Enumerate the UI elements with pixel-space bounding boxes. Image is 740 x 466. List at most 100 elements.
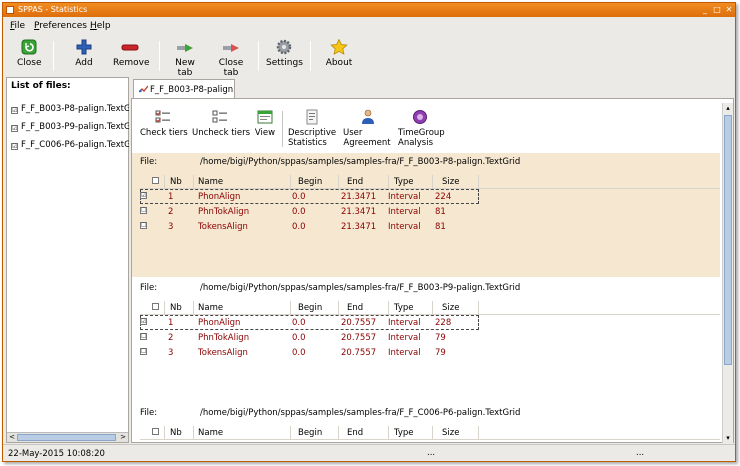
files-horizontal-scrollbar[interactable]: < > [7, 432, 128, 442]
menu-file[interactable]: File [10, 21, 25, 31]
gear-icon [275, 39, 293, 55]
column-separator [432, 175, 433, 188]
scroll-left-arrow[interactable]: < [7, 433, 17, 442]
select-all-checkbox[interactable] [152, 177, 159, 184]
tier-checkbox[interactable]: ☐ [140, 222, 147, 229]
close-tab-button-label: Close tab [218, 58, 244, 78]
uncheck-tiers-label: Uncheck tiers [192, 128, 251, 138]
user-agreement-button[interactable]: User Agreement [343, 109, 391, 148]
check-tiers-label: Check tiers [140, 128, 188, 138]
tier-row[interactable]: ☑ 1 PhonAlign 0.0 21.3471 Interval 224 [140, 189, 479, 204]
new-tab-button-label: New tab [175, 58, 195, 78]
column-header-type[interactable]: Type [394, 303, 414, 313]
uncheck-tiers-button[interactable]: Uncheck tiers [192, 109, 251, 138]
tiers-grid: Nb Name Begin End Type Size [140, 175, 720, 234]
file-item[interactable]: ☑F_F_B003-P9-palign.TextGrid [11, 122, 129, 132]
close-window-button[interactable]: ✕ [724, 5, 734, 15]
users-icon [359, 109, 375, 125]
close-tab-button[interactable]: Close tab [210, 39, 252, 78]
scroll-up-arrow[interactable]: ▴ [723, 103, 733, 113]
scroll-thumb[interactable] [724, 115, 732, 365]
column-separator [290, 175, 291, 188]
tier-row[interactable]: ☐ 2 PhnTokAlign 0.0 21.3471 Interval 81 [140, 204, 720, 219]
descriptive-statistics-label-line1: Descriptive [288, 128, 337, 138]
tier-type: Interval [388, 333, 421, 343]
scroll-down-arrow[interactable]: ▾ [723, 433, 733, 443]
descriptive-statistics-button[interactable]: Descriptive Statistics [288, 109, 336, 148]
title-bar[interactable]: SPPAS - Statistics _ □ ✕ [3, 3, 735, 17]
descriptive-statistics-label-line2: Statistics [288, 138, 327, 148]
tier-end: 21.3471 [341, 207, 377, 217]
column-header-nb[interactable]: Nb [170, 177, 182, 187]
tier-row[interactable]: ☐ 3 TokensAlign 0.0 20.7557 Interval 79 [140, 345, 720, 360]
tab-label: F_F_B003-P8-palign [150, 85, 234, 95]
file-item[interactable]: ☑F_F_B003-P8-palign.TextGrid [11, 104, 129, 114]
tab-icon [138, 85, 149, 93]
menu-bar: File Preferences Help [3, 18, 735, 35]
check-tiers-button[interactable]: Check tiers [140, 109, 188, 138]
minimize-button[interactable]: _ [700, 5, 710, 15]
select-all-checkbox[interactable] [152, 303, 159, 310]
about-button[interactable]: About [325, 38, 353, 68]
tier-nb: 3 [168, 222, 174, 232]
select-all-checkbox[interactable] [152, 428, 159, 435]
column-separator [432, 426, 433, 439]
tier-checkbox[interactable]: ☐ [140, 207, 147, 214]
timegroup-analysis-button[interactable]: TimeGroup Analysis [398, 109, 445, 148]
file-checkbox[interactable]: ☑ [11, 107, 18, 114]
files-stats-list[interactable]: File: /home/bigi/Python/sppas/samples/sa… [132, 153, 720, 442]
tier-checkbox[interactable]: ☐ [140, 348, 147, 355]
tier-size: 81 [435, 207, 446, 217]
tier-checkbox[interactable]: ☑ [140, 192, 147, 199]
column-header-size[interactable]: Size [442, 428, 459, 438]
menu-help[interactable]: Help [90, 21, 111, 31]
timegroup-analysis-label-line1: TimeGroup [398, 128, 445, 138]
tier-checkbox[interactable]: ☑ [140, 318, 147, 325]
column-header-begin[interactable]: Begin [298, 177, 322, 187]
scroll-right-arrow[interactable]: > [118, 433, 128, 442]
file-checkbox[interactable]: ☑ [11, 125, 18, 132]
column-header-name[interactable]: Name [198, 303, 223, 313]
column-separator [164, 426, 165, 439]
tier-checkbox[interactable]: ☐ [140, 333, 147, 340]
file-panel: File: /home/bigi/Python/sppas/samples/sa… [132, 279, 720, 403]
file-item[interactable]: ☑F_F_C006-P6-palign.TextGrid [11, 140, 129, 150]
scroll-thumb[interactable] [17, 434, 116, 441]
column-header-type[interactable]: Type [394, 177, 414, 187]
column-header-size[interactable]: Size [442, 303, 459, 313]
grid-header: Nb Name Begin End Type Size [140, 301, 720, 315]
add-button[interactable]: Add [73, 39, 95, 68]
column-header-end[interactable]: End [347, 177, 363, 187]
tier-row[interactable]: ☑ 1 PhonAlign 0.0 20.7557 Interval 228 [140, 315, 479, 330]
column-header-begin[interactable]: Begin [298, 428, 322, 438]
settings-button[interactable]: Settings [266, 39, 303, 68]
close-button[interactable]: Close [17, 39, 42, 68]
tier-begin: 0.0 [292, 222, 306, 232]
column-header-end[interactable]: End [347, 303, 363, 313]
column-header-nb[interactable]: Nb [170, 303, 182, 313]
maximize-button[interactable]: □ [712, 5, 722, 15]
view-button[interactable]: View [254, 109, 276, 138]
column-header-type[interactable]: Type [394, 428, 414, 438]
column-header-name[interactable]: Name [198, 177, 223, 187]
grid-header: Nb Name Begin End Type Size [140, 426, 720, 440]
tier-row[interactable]: ☐ 2 PhnTokAlign 0.0 20.7557 Interval 79 [140, 330, 720, 345]
column-header-begin[interactable]: Begin [298, 303, 322, 313]
document-icon [304, 109, 320, 125]
column-header-end[interactable]: End [347, 428, 363, 438]
tier-row[interactable]: ☐ 3 TokensAlign 0.0 21.3471 Interval 81 [140, 219, 720, 234]
column-separator [164, 301, 165, 314]
column-header-size[interactable]: Size [442, 177, 459, 187]
statistics-notebook: F_F_B003-P8-palign Check tiers Uncheck t… [131, 77, 734, 443]
exit-icon [20, 39, 38, 55]
new-tab-button[interactable]: New tab [167, 39, 203, 78]
vertical-scrollbar[interactable]: ▴ ▾ [722, 103, 733, 443]
remove-button[interactable]: Remove [113, 39, 150, 68]
column-header-name[interactable]: Name [198, 428, 223, 438]
tab-content: Check tiers Uncheck tiers View Descripti… [131, 98, 734, 443]
tier-nb: 2 [168, 207, 174, 217]
column-header-nb[interactable]: Nb [170, 428, 182, 438]
tab-file[interactable]: F_F_B003-P8-palign [133, 79, 235, 98]
menu-preferences[interactable]: Preferences [34, 21, 87, 31]
file-checkbox[interactable]: ☑ [11, 143, 18, 150]
